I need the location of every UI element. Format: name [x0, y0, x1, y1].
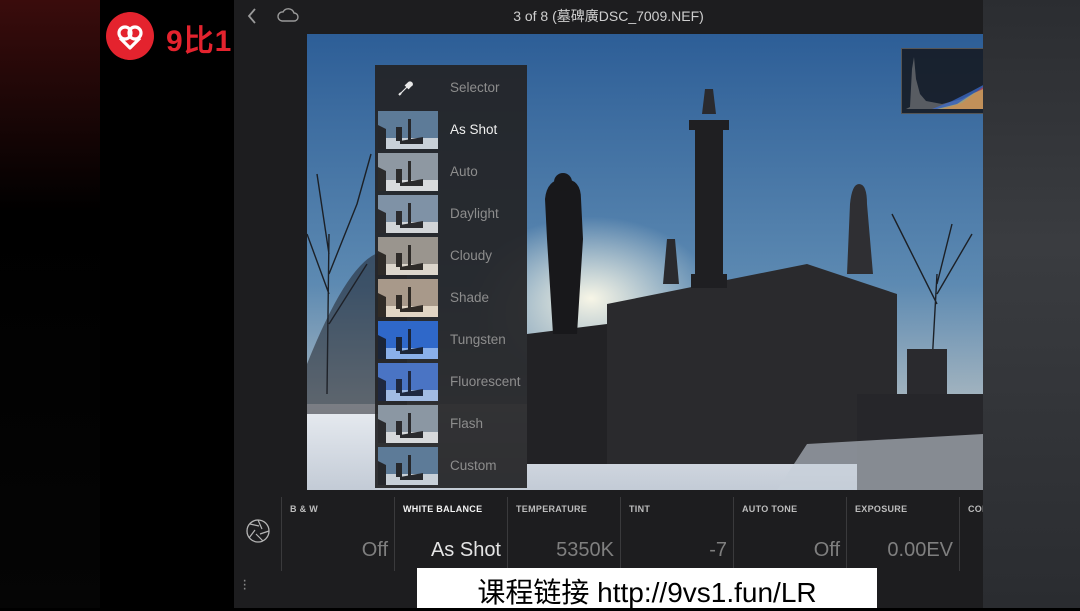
control-tint[interactable]: TINT -7	[620, 497, 733, 571]
preset-thumbnail	[378, 237, 438, 275]
menu-item-label: Custom	[450, 458, 497, 473]
preset-thumbnail	[378, 279, 438, 317]
control-white-balance[interactable]: WHITE BALANCE As Shot	[394, 497, 507, 571]
menu-item-label: Shade	[450, 290, 490, 305]
menu-item-selector[interactable]: Selector	[375, 67, 527, 109]
menu-item-label: Auto	[450, 164, 478, 179]
control-value: Off	[813, 539, 840, 561]
menu-item-label: Fluorescent	[450, 374, 521, 389]
subtitle-banner: 课程链接 http://9vs1.fun/LR	[417, 568, 877, 608]
preset-thumbnail	[378, 321, 438, 359]
preset-thumbnail	[378, 153, 438, 191]
menu-item-label: Daylight	[450, 206, 499, 221]
menu-item-shade[interactable]: Shade	[375, 277, 527, 319]
control-value: Off	[361, 539, 388, 561]
control-value: As Shot	[430, 539, 501, 561]
brand-logo-icon	[106, 12, 154, 60]
menu-item-as-shot[interactable]: As Shot	[375, 109, 527, 151]
menu-item-label: Flash	[450, 416, 484, 431]
control-label: TEMPERATURE	[516, 504, 588, 514]
menu-item-fluorescent[interactable]: Fluorescent	[375, 361, 527, 403]
menu-item-label: Selector	[450, 80, 500, 95]
menu-item-label: Cloudy	[450, 248, 493, 263]
aperture-icon[interactable]	[244, 517, 272, 545]
preset-thumbnail	[378, 447, 438, 485]
top-bar: 3 of 8 (墓碑廣DSC_7009.NEF)	[234, 0, 983, 32]
control-label: CON	[968, 504, 983, 514]
preset-thumbnail	[378, 195, 438, 233]
menu-item-cloudy[interactable]: Cloudy	[375, 235, 527, 277]
brand-text: 9比1	[166, 25, 233, 58]
control-value: 0.00EV	[887, 539, 953, 561]
control-temperature[interactable]: TEMPERATURE 5350K	[507, 497, 620, 571]
histogram[interactable]	[901, 48, 983, 114]
more-options-icon[interactable]: · · ·	[242, 573, 247, 597]
control-value: -7	[709, 539, 727, 561]
menu-item-custom[interactable]: Custom	[375, 445, 527, 487]
subtitle-text: 课程链接 http://9vs1.fun/LR	[477, 577, 817, 608]
left-black-strip	[100, 0, 234, 608]
menu-item-flash[interactable]: Flash	[375, 403, 527, 445]
menu-item-label: As Shot	[450, 122, 498, 137]
control-value: 5350K	[556, 539, 614, 561]
menu-item-auto[interactable]: Auto	[375, 151, 527, 193]
control-label: B & W	[290, 504, 318, 514]
control-auto-tone[interactable]: AUTO TONE Off	[733, 497, 846, 571]
preset-thumbnail	[378, 363, 438, 401]
photo-title: 3 of 8 (墓碑廣DSC_7009.NEF)	[513, 8, 704, 24]
menu-item-daylight[interactable]: Daylight	[375, 193, 527, 235]
control-label: EXPOSURE	[855, 504, 908, 514]
control-label: AUTO TONE	[742, 504, 798, 514]
control-label: TINT	[629, 504, 651, 514]
white-balance-menu: Selector As Shot Auto Daylight Cloudy Sh…	[375, 65, 527, 488]
control-contrast[interactable]: CON	[959, 497, 983, 571]
menu-item-label: Tungsten	[450, 332, 506, 347]
left-background-blur	[0, 0, 100, 608]
control-bw[interactable]: B & W Off	[281, 497, 394, 571]
control-exposure[interactable]: EXPOSURE 0.00EV	[846, 497, 959, 571]
lightroom-app-window: 3 of 8 (墓碑廣DSC_7009.NEF) Selector As Sho…	[234, 0, 983, 608]
control-label: WHITE BALANCE	[403, 504, 483, 514]
right-background-blur	[983, 0, 1080, 608]
preset-thumbnail	[378, 111, 438, 149]
menu-item-tungsten[interactable]: Tungsten	[375, 319, 527, 361]
preset-thumbnail	[378, 405, 438, 443]
eyedropper-icon	[398, 81, 413, 96]
